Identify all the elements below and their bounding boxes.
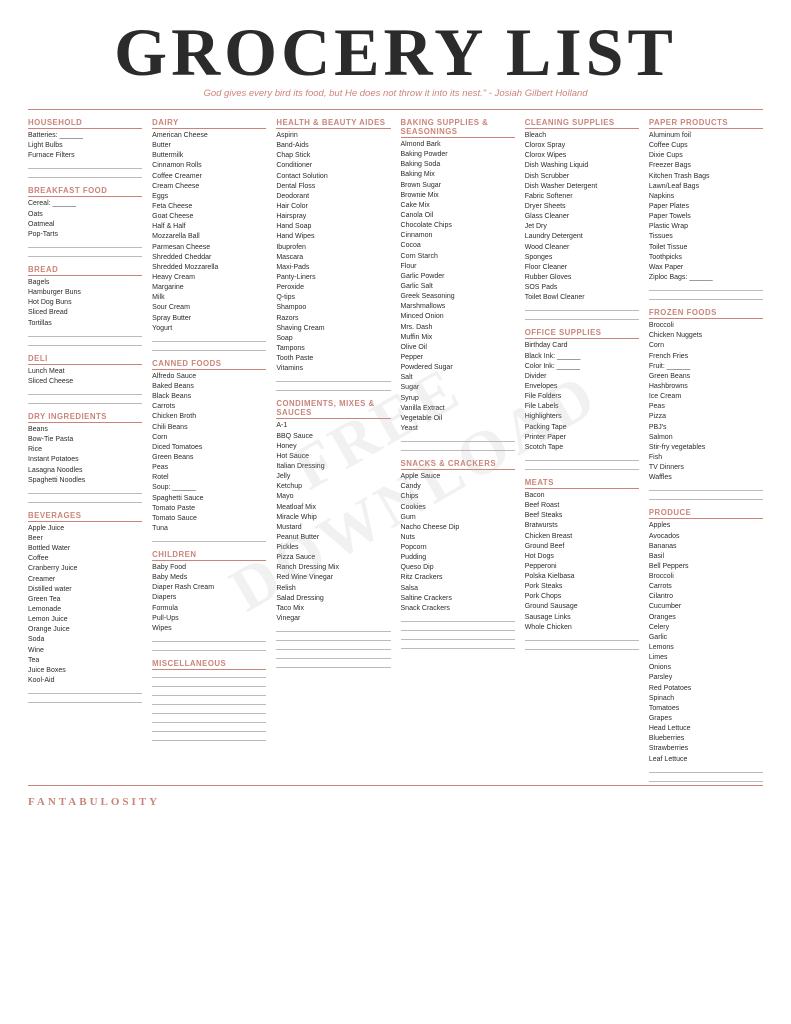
blank-line — [525, 635, 639, 641]
blank-line — [152, 345, 266, 351]
blank-line — [28, 163, 142, 169]
column-4: BAKING SUPPLIES & SEASONINGS Almond Bark… — [396, 118, 520, 785]
section-baking: BAKING SUPPLIES & SEASONINGS — [401, 118, 515, 138]
blank-line — [152, 690, 266, 696]
blank-line — [28, 398, 142, 404]
blank-line — [152, 645, 266, 651]
section-miscellaneous: MISCELLANEOUS — [152, 659, 266, 670]
blank-line — [28, 488, 142, 494]
blank-line — [649, 285, 763, 291]
section-health-beauty: HEALTH & BEAUTY AIDES — [276, 118, 390, 129]
content-columns: HOUSEHOLD Batteries: ______ Light Bulbs … — [28, 118, 763, 785]
blank-line — [152, 636, 266, 642]
blank-line — [152, 536, 266, 542]
blank-line — [28, 242, 142, 248]
blank-line — [401, 616, 515, 622]
section-beverages: BEVERAGES — [28, 511, 142, 522]
section-dry-ingredients: DRY INGREDIENTS — [28, 412, 142, 423]
section-meats: MEATS — [525, 478, 639, 489]
column-1: HOUSEHOLD Batteries: ______ Light Bulbs … — [28, 118, 147, 785]
blank-line — [649, 776, 763, 782]
blank-line — [525, 314, 639, 320]
blank-line — [28, 697, 142, 703]
blank-line — [152, 708, 266, 714]
blank-line — [525, 455, 639, 461]
page: FREEDOWNLOAD GROCERY LIST God gives ever… — [0, 0, 791, 1024]
blank-line — [401, 625, 515, 631]
blank-line — [276, 653, 390, 659]
section-snacks: SNACKS & CRACKERS — [401, 459, 515, 470]
blank-line — [401, 436, 515, 442]
blank-line — [276, 385, 390, 391]
blank-line — [28, 251, 142, 257]
blank-line — [28, 389, 142, 395]
section-condiments: CONDIMENTS, MIXES & SAUCES — [276, 399, 390, 419]
blank-line — [276, 626, 390, 632]
section-deli: DELI — [28, 354, 142, 365]
title-divider — [28, 109, 763, 110]
blank-line — [28, 331, 142, 337]
section-produce: PRODUCE — [649, 508, 763, 519]
blank-line — [525, 464, 639, 470]
blank-line — [276, 644, 390, 650]
blank-line — [649, 294, 763, 300]
blank-line — [401, 643, 515, 649]
blank-line — [28, 172, 142, 178]
blank-line — [152, 681, 266, 687]
blank-line — [28, 340, 142, 346]
blank-line — [649, 767, 763, 773]
blank-line — [401, 634, 515, 640]
section-office: OFFICE SUPPLIES — [525, 328, 639, 339]
section-frozen: FROZEN FOODS — [649, 308, 763, 319]
section-bread: BREAD — [28, 265, 142, 276]
blank-line — [276, 635, 390, 641]
title: GROCERY LIST — [28, 18, 763, 86]
section-household: HOUSEHOLD — [28, 118, 142, 129]
blank-line — [152, 336, 266, 342]
column-6: PAPER PRODUCTS Aluminum foil Coffee Cups… — [644, 118, 763, 785]
blank-line — [649, 485, 763, 491]
section-dairy: DAIRY — [152, 118, 266, 129]
blank-line — [28, 497, 142, 503]
column-2: DAIRY American Cheese Butter Buttermilk … — [147, 118, 271, 785]
blank-line — [152, 726, 266, 732]
blank-line — [649, 494, 763, 500]
blank-line — [525, 305, 639, 311]
column-5: CLEANING SUPPLIES Bleach Clorox Spray Cl… — [520, 118, 644, 785]
blank-line — [152, 672, 266, 678]
section-cleaning: CLEANING SUPPLIES — [525, 118, 639, 129]
blank-line — [525, 644, 639, 650]
column-3: HEALTH & BEAUTY AIDES Aspirin Band-Aids … — [271, 118, 395, 785]
blank-line — [276, 662, 390, 668]
blank-line — [276, 376, 390, 382]
blank-line — [401, 445, 515, 451]
section-children: CHILDREN — [152, 550, 266, 561]
section-canned: CANNED FOODS — [152, 359, 266, 370]
footer-divider — [28, 785, 763, 786]
blank-line — [152, 735, 266, 741]
blank-line — [152, 699, 266, 705]
blank-line — [28, 688, 142, 694]
blank-line — [152, 717, 266, 723]
brand-footer: FANTABULOSITY — [28, 796, 763, 808]
section-paper: PAPER PRODUCTS — [649, 118, 763, 129]
section-breakfast: BREAKFAST FOOD — [28, 186, 142, 197]
